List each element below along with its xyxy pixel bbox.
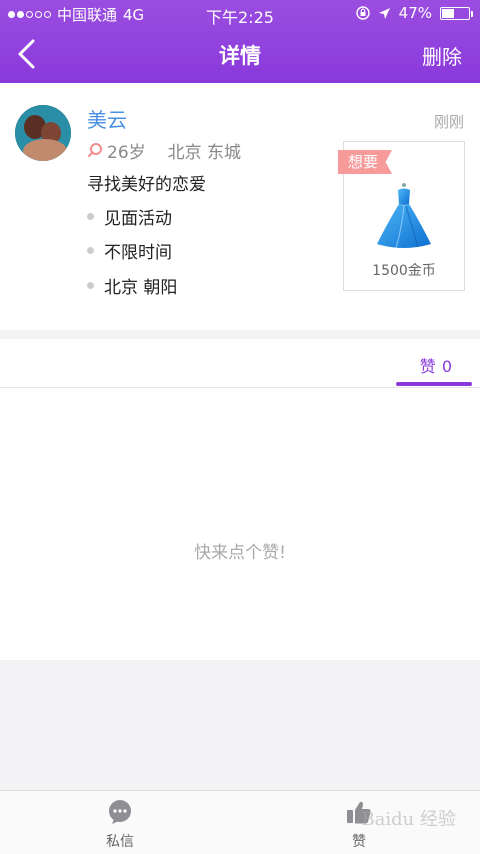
battery-percent: 47% [398,4,432,22]
detail-item-time: 不限时间 [87,234,177,269]
detail-item-place: 北京 朝阳 [87,268,177,303]
chat-bubble-icon [109,800,131,824]
detail-text: 见面活动 [104,208,172,229]
location-arrow-icon [378,7,390,19]
bullet-icon [87,247,94,255]
back-button[interactable] [14,38,44,70]
gift-card[interactable]: 想要 1500金币 [338,141,465,291]
female-icon [88,142,102,157]
gown-icon [377,183,431,249]
tab-bar: 赞0 [0,339,480,388]
username[interactable]: 美云 [87,104,127,133]
rotation-lock-icon [355,6,370,20]
avatar[interactable] [15,105,71,161]
status-right: 47% [355,4,473,22]
want-tag: 想要 [338,150,393,174]
user-location: 北京 东城 [167,143,242,163]
user-meta: 26岁 北京 东城 [87,138,241,163]
avatar-photo [15,105,71,161]
delete-button[interactable]: 删除 [422,41,462,70]
gift-price: 1500金币 [372,263,436,279]
tab-likes[interactable]: 赞0 [420,353,452,377]
bottom-bar: 私信 赞 Baidu 经验 [0,790,480,854]
tab-active-indicator [396,382,472,386]
thumbs-up-icon [347,801,371,824]
detail-list: 见面活动 不限时间 北京 朝阳 [87,199,177,303]
tab-likes-label: 赞 [419,357,436,376]
like-button[interactable]: 赞 [319,799,399,851]
bullet-icon [87,212,94,220]
likes-panel: 快来点个赞! [0,388,480,660]
message-button[interactable]: 私信 [80,799,160,851]
nav-bar: 详情 删除 [0,26,480,83]
header: 中国联通 4G 下午2:25 47% 详情 删除 [0,0,480,83]
message-label: 私信 [106,834,134,850]
tab-likes-count: 0 [441,357,452,376]
status-bar: 中国联通 4G 下午2:25 47% [0,0,480,27]
bullet-icon [87,281,94,289]
detail-item-activity: 见面活动 [87,199,177,234]
chevron-left-icon [18,39,35,69]
empty-state-text: 快来点个赞! [194,543,286,563]
page-title: 详情 [219,44,261,68]
detail-text: 北京 朝阳 [104,277,178,298]
detail-text: 不限时间 [104,243,172,264]
post-description: 寻找美好的恋爱 [87,175,206,195]
post-card: 美云 刚刚 26岁 北京 东城 寻找美好的恋爱 见面活动 不限时间 北京 朝阳 … [0,83,480,330]
like-label: 赞 [352,834,366,850]
post-time: 刚刚 [433,113,464,131]
user-age: 26岁 [107,143,146,163]
battery-icon [440,6,473,20]
